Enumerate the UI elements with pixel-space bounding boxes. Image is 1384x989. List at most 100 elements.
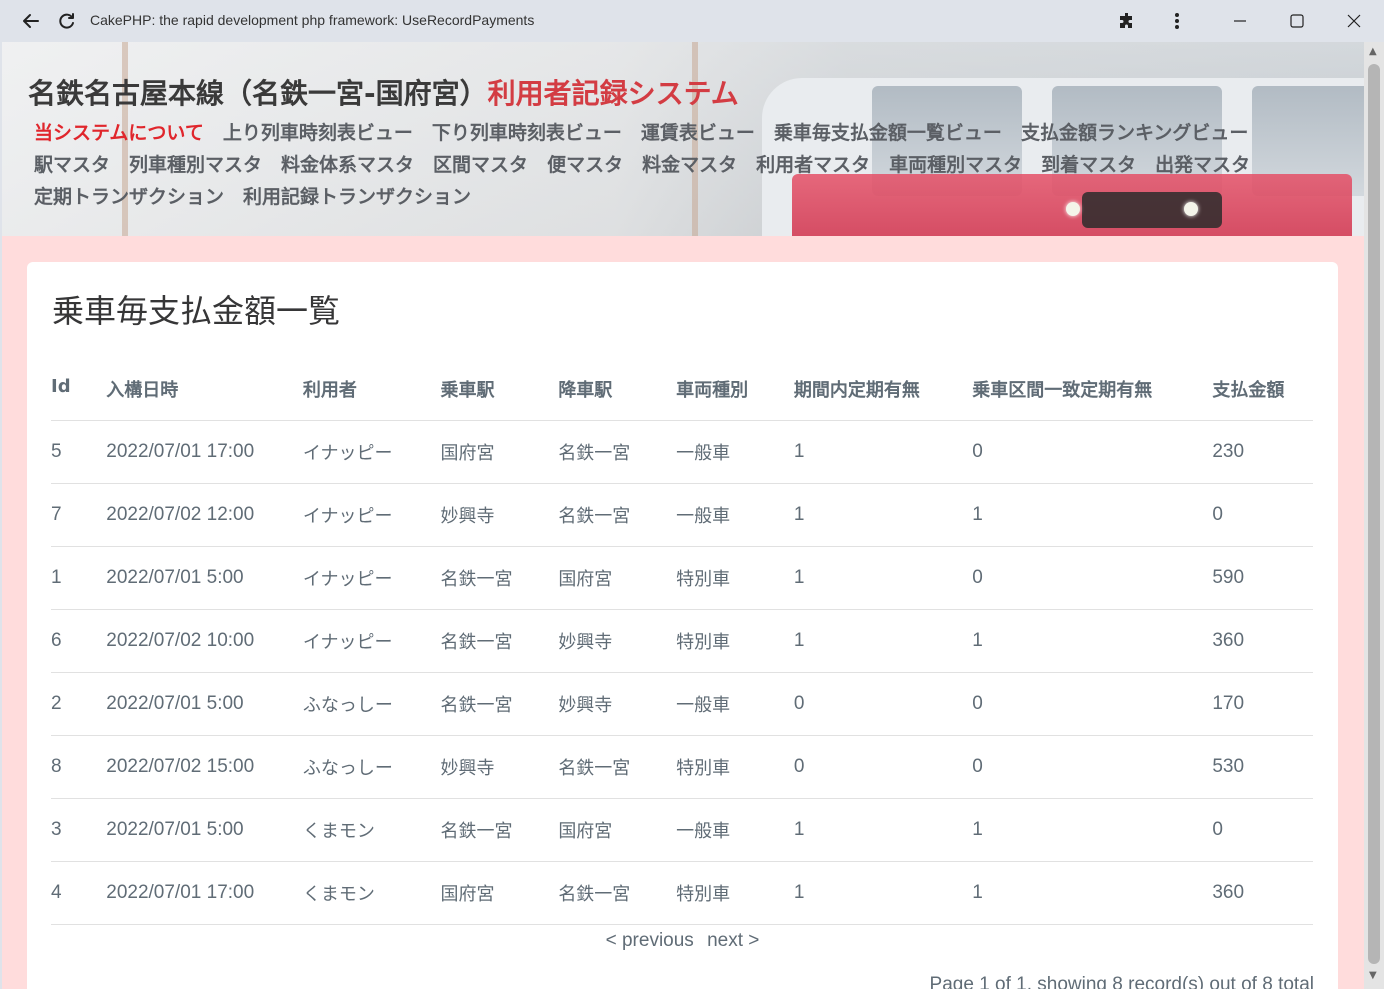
site-title-main: 名鉄名古屋本線（名鉄一宮-国府宮） (28, 77, 488, 110)
site-title-accent: 利用者記録システム (487, 77, 739, 110)
column-header-pass-section-match[interactable]: 乗車区間一致定期有無 (972, 368, 1213, 421)
next-page-link[interactable]: next > (707, 930, 759, 951)
header-banner: 名鉄名古屋本線（名鉄一宮-国府宮）利用者記録システム 当システムについて 上り列車… (2, 42, 1364, 236)
nav-row-1: 当システムについて 上り列車時刻表ビュー 下り列車時刻表ビュー 運賃表ビュー 乗車毎支払… (34, 118, 1267, 145)
nav-link-up-timetable[interactable]: 上り列車時刻表ビュー (223, 122, 413, 144)
cell-pass-in-period: 1 (793, 546, 973, 610)
vertical-scrollbar[interactable]: ▲ ▼ (1364, 42, 1384, 989)
column-header-id[interactable]: Id (51, 368, 107, 421)
cell-pass-section-match: 0 (972, 735, 1213, 799)
pagination-counter: Page 1 of 1, showing 8 record(s) out of … (929, 974, 1314, 989)
more-options-icon[interactable] (1156, 0, 1198, 42)
cell-pass-section-match: 0 (972, 420, 1213, 484)
nav-link-payment-ranking[interactable]: 支払金額ランキングビュー (1021, 122, 1248, 144)
cell-pass-section-match: 1 (972, 609, 1213, 673)
cell-alighting-station: 名鉄一宮 (558, 735, 677, 799)
extensions-puzzle-icon[interactable] (1106, 0, 1148, 42)
train-image-light (1184, 202, 1198, 216)
cell-alighting-station: 妙興寺 (558, 609, 677, 673)
nav-link-fare-system-master[interactable]: 料金体系マスタ (281, 154, 414, 176)
minimize-icon[interactable] (1212, 0, 1268, 42)
cell-pass-section-match: 1 (972, 861, 1213, 925)
cell-user: イナッピー (302, 483, 441, 547)
cell-car-type: 特別車 (676, 861, 794, 925)
table-body: 5 2022/07/01 17:00 イナッピー 国府宮 名鉄一宮 一般車 1 … (51, 420, 1313, 925)
close-icon[interactable] (1326, 0, 1382, 42)
table-row: 4 2022/07/01 17:00 くまモン 国府宮 名鉄一宮 特別車 1 1… (51, 861, 1313, 925)
previous-page-link[interactable]: < previous (606, 930, 694, 951)
column-header-car-type[interactable]: 車両種別 (676, 368, 794, 421)
nav-link-arrival-master[interactable]: 到着マスタ (1041, 154, 1136, 176)
cell-boarding-station: 名鉄一宮 (440, 798, 559, 862)
scroll-down-arrow-icon[interactable]: ▼ (1369, 970, 1377, 981)
cell-boarding-station: 国府宮 (440, 861, 559, 925)
cell-boarding-station: 妙興寺 (440, 483, 559, 547)
column-header-pass-in-period[interactable]: 期間内定期有無 (793, 368, 973, 421)
column-header-payment-amount[interactable]: 支払金額 (1212, 368, 1313, 421)
nav-link-pass-transaction[interactable]: 定期トランザクション (34, 186, 224, 208)
cell-alighting-station: 名鉄一宮 (558, 483, 677, 547)
nav-link-fare-master[interactable]: 料金マスタ (642, 154, 737, 176)
cell-car-type: 特別車 (676, 735, 794, 799)
table-row: 2 2022/07/01 5:00 ふなっしー 名鉄一宮 妙興寺 一般車 0 0… (51, 672, 1313, 736)
cell-entry-time: 2022/07/01 5:00 (106, 546, 303, 610)
table-row: 7 2022/07/02 12:00 イナッピー 妙興寺 名鉄一宮 一般車 1 … (51, 483, 1313, 547)
nav-row-3: 定期トランザクション 利用記録トランザクション (34, 182, 490, 209)
cell-id: 5 (51, 420, 107, 484)
nav-link-car-type-master[interactable]: 車両種別マスタ (889, 154, 1022, 176)
cell-boarding-station: 名鉄一宮 (440, 609, 559, 673)
nav-link-payment-list[interactable]: 乗車毎支払金額一覧ビュー (774, 122, 1002, 144)
cell-pass-in-period: 0 (793, 672, 973, 736)
nav-link-fare-table[interactable]: 運賃表ビュー (641, 122, 755, 144)
reload-icon[interactable] (46, 0, 88, 42)
cell-user: イナッピー (302, 546, 441, 610)
cell-payment-amount: 0 (1212, 798, 1313, 862)
column-header-alighting-station[interactable]: 降車駅 (558, 368, 677, 421)
scroll-up-arrow-icon[interactable]: ▲ (1369, 46, 1377, 57)
nav-link-down-timetable[interactable]: 下り列車時刻表ビュー (432, 122, 622, 144)
scrollbar-thumb[interactable] (1368, 64, 1380, 964)
nav-link-section-master[interactable]: 区間マスタ (433, 154, 528, 176)
maximize-icon[interactable] (1269, 0, 1325, 42)
column-header-user[interactable]: 利用者 (302, 368, 441, 421)
nav-link-about[interactable]: 当システムについて (34, 122, 204, 144)
cell-id: 3 (51, 798, 107, 862)
page-title: 乗車毎支払金額一覧 (52, 292, 341, 330)
cell-entry-time: 2022/07/02 15:00 (106, 735, 303, 799)
nav-link-user-master[interactable]: 利用者マスタ (756, 154, 870, 176)
cell-pass-in-period: 1 (793, 861, 973, 925)
cell-pass-in-period: 0 (793, 735, 973, 799)
window-title: CakePHP: the rapid development php frame… (90, 12, 535, 28)
cell-pass-in-period: 1 (793, 483, 973, 547)
table-row: 6 2022/07/02 10:00 イナッピー 名鉄一宮 妙興寺 特別車 1 … (51, 609, 1313, 673)
cell-pass-in-period: 1 (793, 609, 973, 673)
cell-id: 1 (51, 546, 107, 610)
column-header-entry-time[interactable]: 入構日時 (106, 368, 303, 421)
nav-link-service-master[interactable]: 便マスタ (547, 154, 623, 176)
train-image-grille (1082, 192, 1222, 228)
cell-car-type: 一般車 (676, 798, 794, 862)
nav-link-departure-master[interactable]: 出発マスタ (1155, 154, 1250, 176)
site-title[interactable]: 名鉄名古屋本線（名鉄一宮-国府宮）利用者記録システム (28, 72, 739, 112)
nav-link-train-type-master[interactable]: 列車種別マスタ (129, 154, 262, 176)
cell-user: イナッピー (302, 609, 441, 673)
cell-car-type: 一般車 (676, 483, 794, 547)
nav-link-station-master[interactable]: 駅マスタ (34, 154, 110, 176)
cell-payment-amount: 0 (1212, 483, 1313, 547)
browser-titlebar: CakePHP: the rapid development php frame… (0, 0, 1384, 42)
table-row: 5 2022/07/01 17:00 イナッピー 国府宮 名鉄一宮 一般車 1 … (51, 420, 1313, 484)
cell-payment-amount: 530 (1212, 735, 1313, 799)
cell-user: くまモン (302, 798, 441, 862)
cell-pass-in-period: 1 (793, 420, 973, 484)
cell-id: 6 (51, 609, 107, 673)
cell-boarding-station: 名鉄一宮 (440, 672, 559, 736)
nav-link-usage-transaction[interactable]: 利用記録トランザクション (243, 186, 471, 208)
page-viewport: 名鉄名古屋本線（名鉄一宮-国府宮）利用者記録システム 当システムについて 上り列車… (2, 42, 1364, 989)
cell-id: 7 (51, 483, 107, 547)
cell-entry-time: 2022/07/01 5:00 (106, 672, 303, 736)
cell-entry-time: 2022/07/02 10:00 (106, 609, 303, 673)
cell-entry-time: 2022/07/01 5:00 (106, 798, 303, 862)
cell-pass-section-match: 0 (972, 672, 1213, 736)
column-header-boarding-station[interactable]: 乗車駅 (440, 368, 559, 421)
cell-id: 2 (51, 672, 107, 736)
